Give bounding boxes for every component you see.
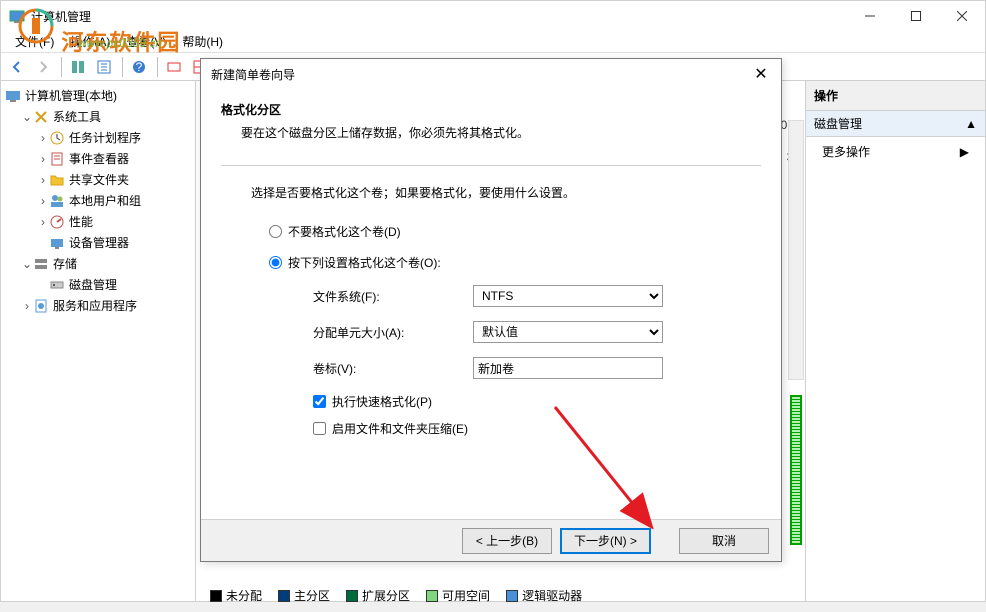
- dialog-footer: < 上一步(B) 下一步(N) > 取消: [201, 519, 781, 561]
- volume-label-input[interactable]: [473, 357, 663, 379]
- forward-icon[interactable]: [31, 55, 55, 79]
- filesystem-label: 文件系统(F):: [313, 288, 473, 305]
- dialog-instruction: 选择是否要格式化这个卷；如果要格式化，要使用什么设置。: [251, 184, 761, 201]
- disk-legend: 未分配 主分区 扩展分区 可用空间 逻辑驱动器: [210, 587, 582, 604]
- maximize-button[interactable]: [893, 1, 939, 31]
- clock-icon: [49, 130, 65, 146]
- legend-primary: 主分区: [278, 587, 330, 604]
- toolbar-icon-2[interactable]: [162, 55, 186, 79]
- tree-device-manager[interactable]: 设备管理器: [5, 232, 191, 253]
- radio-format[interactable]: 按下列设置格式化这个卷(O):: [269, 254, 761, 271]
- performance-icon: [49, 214, 65, 230]
- app-icon: [9, 8, 25, 24]
- device-icon: [49, 235, 65, 251]
- quick-format-checkbox[interactable]: [313, 395, 326, 408]
- menu-action[interactable]: 操作(A): [62, 33, 118, 50]
- legend-free: 可用空间: [426, 587, 490, 604]
- radio-format-input[interactable]: [269, 256, 282, 269]
- tree-shared-folders[interactable]: › 共享文件夹: [5, 169, 191, 190]
- menu-view[interactable]: 查看(V): [118, 33, 174, 50]
- titlebar: 计算机管理: [1, 1, 985, 31]
- menubar: 文件(F) 操作(A) 查看(V) 帮助(H): [1, 31, 985, 53]
- disk-graphic-fragment: [790, 395, 802, 545]
- tree-performance[interactable]: › 性能: [5, 211, 191, 232]
- back-icon[interactable]: [5, 55, 29, 79]
- expand-icon[interactable]: ›: [37, 194, 49, 208]
- toolbar-icon-1[interactable]: [66, 55, 90, 79]
- cancel-button[interactable]: 取消: [679, 528, 769, 554]
- services-icon: [33, 298, 49, 314]
- next-button[interactable]: 下一步(N) >: [560, 528, 651, 554]
- tree-panel: 计算机管理(本地) ⌄ 系统工具 › 任务计划程序 › 事件查看器 › 共享文件…: [1, 81, 196, 601]
- expand-icon[interactable]: ›: [37, 173, 49, 187]
- minimize-button[interactable]: [847, 1, 893, 31]
- tree-system-tools[interactable]: ⌄ 系统工具: [5, 106, 191, 127]
- expand-icon[interactable]: ›: [21, 299, 33, 313]
- actions-header: 操作: [806, 81, 985, 111]
- tree-task-scheduler[interactable]: › 任务计划程序: [5, 127, 191, 148]
- tree-services[interactable]: › 服务和应用程序: [5, 295, 191, 316]
- menu-file[interactable]: 文件(F): [7, 33, 62, 50]
- users-icon: [49, 193, 65, 209]
- compression-checkbox[interactable]: [313, 422, 326, 435]
- allocation-label: 分配单元大小(A):: [313, 324, 473, 341]
- actions-more[interactable]: 更多操作 ▶: [806, 137, 985, 166]
- volume-label-label: 卷标(V):: [313, 360, 473, 377]
- refresh-icon[interactable]: [92, 55, 116, 79]
- quick-format-row[interactable]: 执行快速格式化(P): [313, 393, 761, 410]
- scrollbar[interactable]: [788, 120, 804, 380]
- close-button[interactable]: [939, 1, 985, 31]
- legend-extended: 扩展分区: [346, 587, 410, 604]
- arrow-right-icon: ▶: [960, 145, 969, 159]
- actions-item-disk[interactable]: 磁盘管理 ▲: [806, 111, 985, 137]
- tree-event-viewer[interactable]: › 事件查看器: [5, 148, 191, 169]
- legend-unallocated: 未分配: [210, 587, 262, 604]
- expand-icon[interactable]: ›: [37, 215, 49, 229]
- dialog-titlebar: 新建简单卷向导 ✕: [201, 59, 781, 89]
- filesystem-row: 文件系统(F): NTFS: [313, 285, 761, 307]
- back-button[interactable]: < 上一步(B): [462, 528, 552, 554]
- tree-local-users[interactable]: › 本地用户和组: [5, 190, 191, 211]
- dialog-description: 要在这个磁盘分区上储存数据，你必须先将其格式化。: [241, 124, 761, 141]
- collapse-icon[interactable]: ⌄: [21, 110, 33, 124]
- dialog-close-button[interactable]: ✕: [741, 59, 781, 89]
- disk-icon: [49, 277, 65, 293]
- filesystem-select[interactable]: NTFS: [473, 285, 663, 307]
- dialog-title-text: 新建简单卷向导: [211, 66, 295, 83]
- actions-panel: 操作 磁盘管理 ▲ 更多操作 ▶: [805, 81, 985, 601]
- legend-logical: 逻辑驱动器: [506, 587, 582, 604]
- menu-help[interactable]: 帮助(H): [174, 33, 231, 50]
- help-icon[interactable]: ?: [127, 55, 151, 79]
- tree-disk-management[interactable]: 磁盘管理: [5, 274, 191, 295]
- compression-row[interactable]: 启用文件和文件夹压缩(E): [313, 420, 761, 437]
- radio-no-format[interactable]: 不要格式化这个卷(D): [269, 223, 761, 240]
- storage-icon: [33, 256, 49, 272]
- wizard-dialog: 新建简单卷向导 ✕ 格式化分区 要在这个磁盘分区上储存数据，你必须先将其格式化。…: [200, 58, 782, 562]
- computer-icon: [5, 88, 21, 104]
- tree-storage[interactable]: ⌄ 存储: [5, 253, 191, 274]
- event-icon: [49, 151, 65, 167]
- tree-root[interactable]: 计算机管理(本地): [5, 85, 191, 106]
- collapse-arrow-icon: ▲: [965, 117, 977, 131]
- expand-icon[interactable]: ›: [37, 131, 49, 145]
- folder-icon: [49, 172, 65, 188]
- svg-text:?: ?: [136, 60, 143, 74]
- expand-icon[interactable]: ›: [37, 152, 49, 166]
- radio-no-format-input[interactable]: [269, 225, 282, 238]
- allocation-select[interactable]: 默认值: [473, 321, 663, 343]
- volume-label-row: 卷标(V):: [313, 357, 761, 379]
- collapse-icon[interactable]: ⌄: [21, 257, 33, 271]
- allocation-row: 分配单元大小(A): 默认值: [313, 321, 761, 343]
- dialog-heading: 格式化分区: [221, 101, 761, 118]
- tools-icon: [33, 109, 49, 125]
- window-title: 计算机管理: [31, 8, 91, 25]
